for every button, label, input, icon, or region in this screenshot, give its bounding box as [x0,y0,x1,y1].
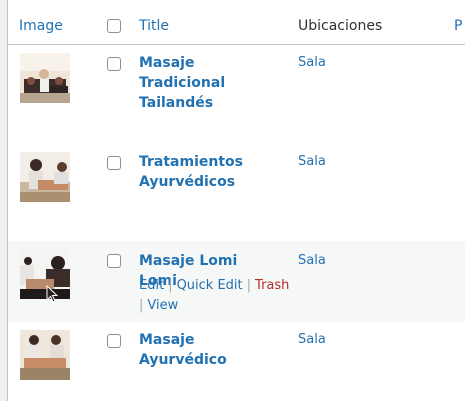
column-partial-header[interactable]: P [454,17,462,35]
select-all-checkbox[interactable] [107,19,121,33]
row-location-link[interactable]: Sala [298,331,326,349]
row-checkbox[interactable] [107,334,121,348]
row-thumbnail[interactable] [20,249,70,299]
mouse-cursor-icon [46,285,58,303]
table-row: Masaje Ayurvédico Sala [8,322,465,401]
edit-link[interactable]: Edit [139,278,164,293]
row-title-link[interactable]: Tratamientos Ayurvédicos [139,152,279,192]
row-title-link[interactable]: Masaje Tradicional Tailandés [139,53,279,113]
trash-link[interactable]: Trash [255,278,289,293]
row-actions: Edit | Quick Edit | Trash | View [139,278,290,313]
column-image-header[interactable]: Image [19,17,63,35]
row-location-link[interactable]: Sala [298,252,326,270]
posts-table: Image Title Ubicaciones P Masaje Tradici… [7,0,465,401]
view-link[interactable]: View [147,298,178,313]
row-location-link[interactable]: Sala [298,153,326,171]
table-row: Masaje Tradicional Tailandés Sala [8,45,465,144]
table-header: Image Title Ubicaciones P [8,0,465,45]
row-title-link[interactable]: Masaje Ayurvédico [139,330,279,370]
table-row: Masaje Lomi Lomi Sala Edit | Quick Edit | Tr… [8,241,465,322]
row-thumbnail[interactable] [20,330,70,380]
row-checkbox[interactable] [107,254,121,268]
row-thumbnail[interactable] [20,152,70,202]
row-thumbnail[interactable] [20,53,70,103]
row-checkbox[interactable] [107,156,121,170]
quick-edit-link[interactable]: Quick Edit [177,278,243,293]
row-location-link[interactable]: Sala [298,54,326,72]
row-checkbox[interactable] [107,57,121,71]
column-title-header[interactable]: Title [139,17,169,35]
table-row: Tratamientos Ayurvédicos Sala [8,144,465,241]
column-locations-header: Ubicaciones [298,18,383,34]
